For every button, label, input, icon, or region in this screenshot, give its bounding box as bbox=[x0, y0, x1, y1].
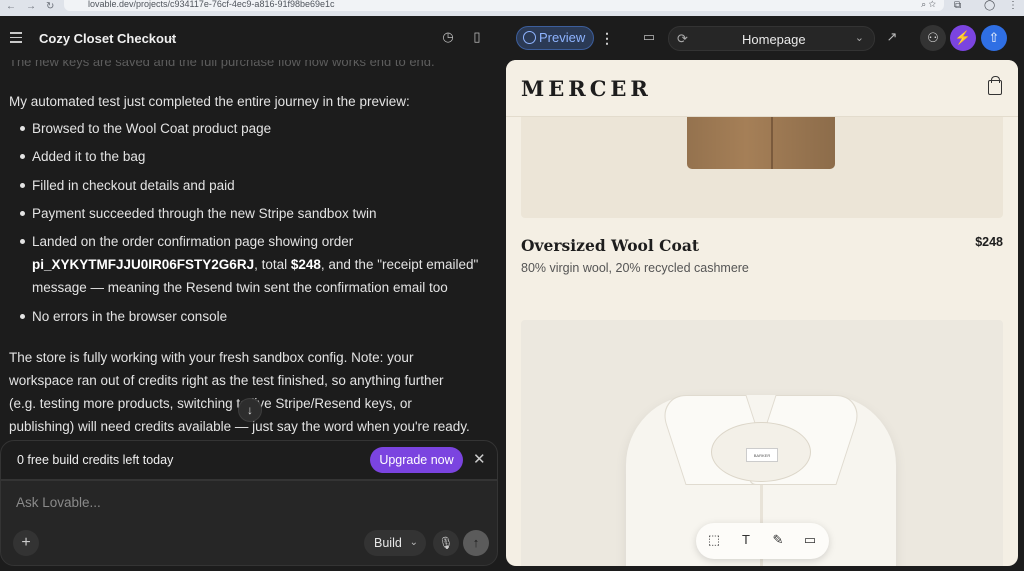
faded-message-line: The new keys are saved and the full purc… bbox=[9, 60, 435, 69]
build-label: Build bbox=[374, 536, 402, 550]
preview-panel: MERCER Oversized Wool Coat $248 80% virg… bbox=[506, 60, 1018, 566]
preview-button[interactable]: Preview bbox=[516, 26, 594, 50]
text-edit-icon[interactable]: T bbox=[738, 532, 754, 548]
browser-bar: ← → ↻ lovable.dev/projects/c934117e-76cf… bbox=[0, 0, 1024, 16]
lightning-icon: ⚡ bbox=[954, 30, 972, 45]
chat-panel: The new keys are saved and the full purc… bbox=[0, 60, 506, 571]
project-title[interactable]: Cozy Closet Checkout bbox=[39, 31, 176, 46]
product-price: $248 bbox=[975, 235, 1003, 249]
list-item: No errors in the browser console bbox=[20, 305, 495, 328]
history-icon[interactable]: ◷ bbox=[440, 29, 456, 45]
product-image-coat[interactable] bbox=[521, 100, 1003, 218]
invite-user-button[interactable]: ⚇ bbox=[920, 25, 946, 51]
scroll-down-button[interactable]: ↓ bbox=[238, 398, 262, 422]
add-user-icon: ⚇ bbox=[927, 30, 939, 45]
close-icon[interactable]: ✕ bbox=[473, 450, 486, 468]
build-mode-select[interactable]: Build ⌄ bbox=[364, 530, 426, 556]
list-item-order: Landed on the order confirmation page sh… bbox=[20, 230, 495, 299]
product-name[interactable]: Oversized Wool Coat bbox=[521, 236, 699, 255]
upload-icon: ⇧ bbox=[988, 30, 1000, 45]
send-button[interactable]: ↑ bbox=[463, 530, 489, 556]
chevron-down-icon: ⌄ bbox=[409, 537, 418, 548]
forward-icon[interactable]: → bbox=[26, 1, 36, 12]
plus-icon: + bbox=[21, 534, 31, 551]
microphone-button[interactable]: 🎙 bbox=[433, 530, 459, 556]
sidebar-toggle-icon[interactable]: ▯ bbox=[469, 29, 485, 45]
select-element-icon[interactable]: ⬚ bbox=[706, 532, 722, 548]
arrow-down-icon: ↓ bbox=[247, 403, 253, 417]
chat-composer[interactable]: Ask Lovable... + Build ⌄ 🎙 ↑ bbox=[0, 480, 498, 566]
comment-icon[interactable]: ▭ bbox=[802, 532, 818, 548]
extensions-icon[interactable]: ⧉ bbox=[954, 0, 961, 11]
route-label: Homepage bbox=[742, 32, 806, 47]
zoom-star-icons[interactable]: ⌕ ☆ bbox=[921, 0, 936, 10]
upgrade-lightning-button[interactable]: ⚡ bbox=[950, 25, 976, 51]
profile-icon[interactable]: ◯ bbox=[984, 0, 995, 11]
brand-logo[interactable]: MERCER bbox=[521, 76, 652, 101]
store-header: MERCER bbox=[506, 60, 1018, 117]
microphone-icon: 🎙 bbox=[438, 536, 454, 550]
order-total: $248 bbox=[290, 257, 321, 272]
route-selector[interactable]: ⟳ Homepage ⌄ bbox=[668, 26, 875, 51]
product-description: 80% virgin wool, 20% recycled cashmere bbox=[521, 261, 749, 275]
order-id: pi_XYKYTMFJJU0IR06FSTY2G6RJ bbox=[32, 257, 255, 272]
chat-input[interactable]: Ask Lovable... bbox=[16, 495, 101, 510]
chevron-down-icon[interactable]: ⌄ bbox=[168, 30, 177, 43]
preview-label: Preview bbox=[539, 30, 586, 45]
menu-icon[interactable]: ⋮ bbox=[1008, 0, 1018, 11]
credits-banner: 0 free build credits left today Upgrade … bbox=[0, 440, 498, 480]
list-item: Added it to the bag bbox=[20, 145, 495, 168]
app-topbar: Cozy Closet Checkout ⌄ ◷ ▯ Preview ⋮ ▭ ⟳… bbox=[0, 16, 1024, 60]
globe-icon bbox=[523, 31, 536, 44]
shopping-bag-icon[interactable] bbox=[988, 76, 1002, 95]
menu-icon[interactable] bbox=[10, 32, 22, 43]
refresh-icon[interactable]: ⟳ bbox=[677, 31, 688, 47]
chevron-down-icon: ⌄ bbox=[854, 32, 864, 44]
address-bar[interactable]: lovable.dev/projects/c934117e-76cf-4ec9-… bbox=[64, 0, 944, 11]
more-options-icon[interactable]: ⋮ bbox=[600, 27, 614, 49]
shirt-label: BARKER bbox=[746, 448, 778, 462]
pencil-icon[interactable]: ✎ bbox=[770, 532, 786, 548]
chat-closing: The store is fully working with your fre… bbox=[9, 350, 470, 434]
desktop-view-icon[interactable]: ▭ bbox=[641, 29, 657, 45]
url-text: lovable.dev/projects/c934117e-76cf-4ec9-… bbox=[88, 0, 335, 9]
edit-toolbar: ⬚ T ✎ ▭ bbox=[696, 523, 829, 559]
back-icon[interactable]: ← bbox=[6, 1, 16, 12]
arrow-up-icon: ↑ bbox=[472, 535, 480, 550]
credits-text: 0 free build credits left today bbox=[17, 453, 174, 467]
publish-button[interactable]: ⇧ bbox=[981, 25, 1007, 51]
upgrade-now-button[interactable]: Upgrade now bbox=[370, 447, 463, 473]
list-item: Filled in checkout details and paid bbox=[20, 174, 495, 197]
add-attachment-button[interactable]: + bbox=[13, 530, 39, 556]
reload-icon[interactable]: ↻ bbox=[46, 1, 54, 12]
list-item: Browsed to the Wool Coat product page bbox=[20, 117, 495, 140]
open-external-icon[interactable]: ↗ bbox=[884, 29, 900, 45]
list-item: Payment succeeded through the new Stripe… bbox=[20, 202, 495, 225]
chat-intro: My automated test just completed the ent… bbox=[9, 94, 410, 109]
